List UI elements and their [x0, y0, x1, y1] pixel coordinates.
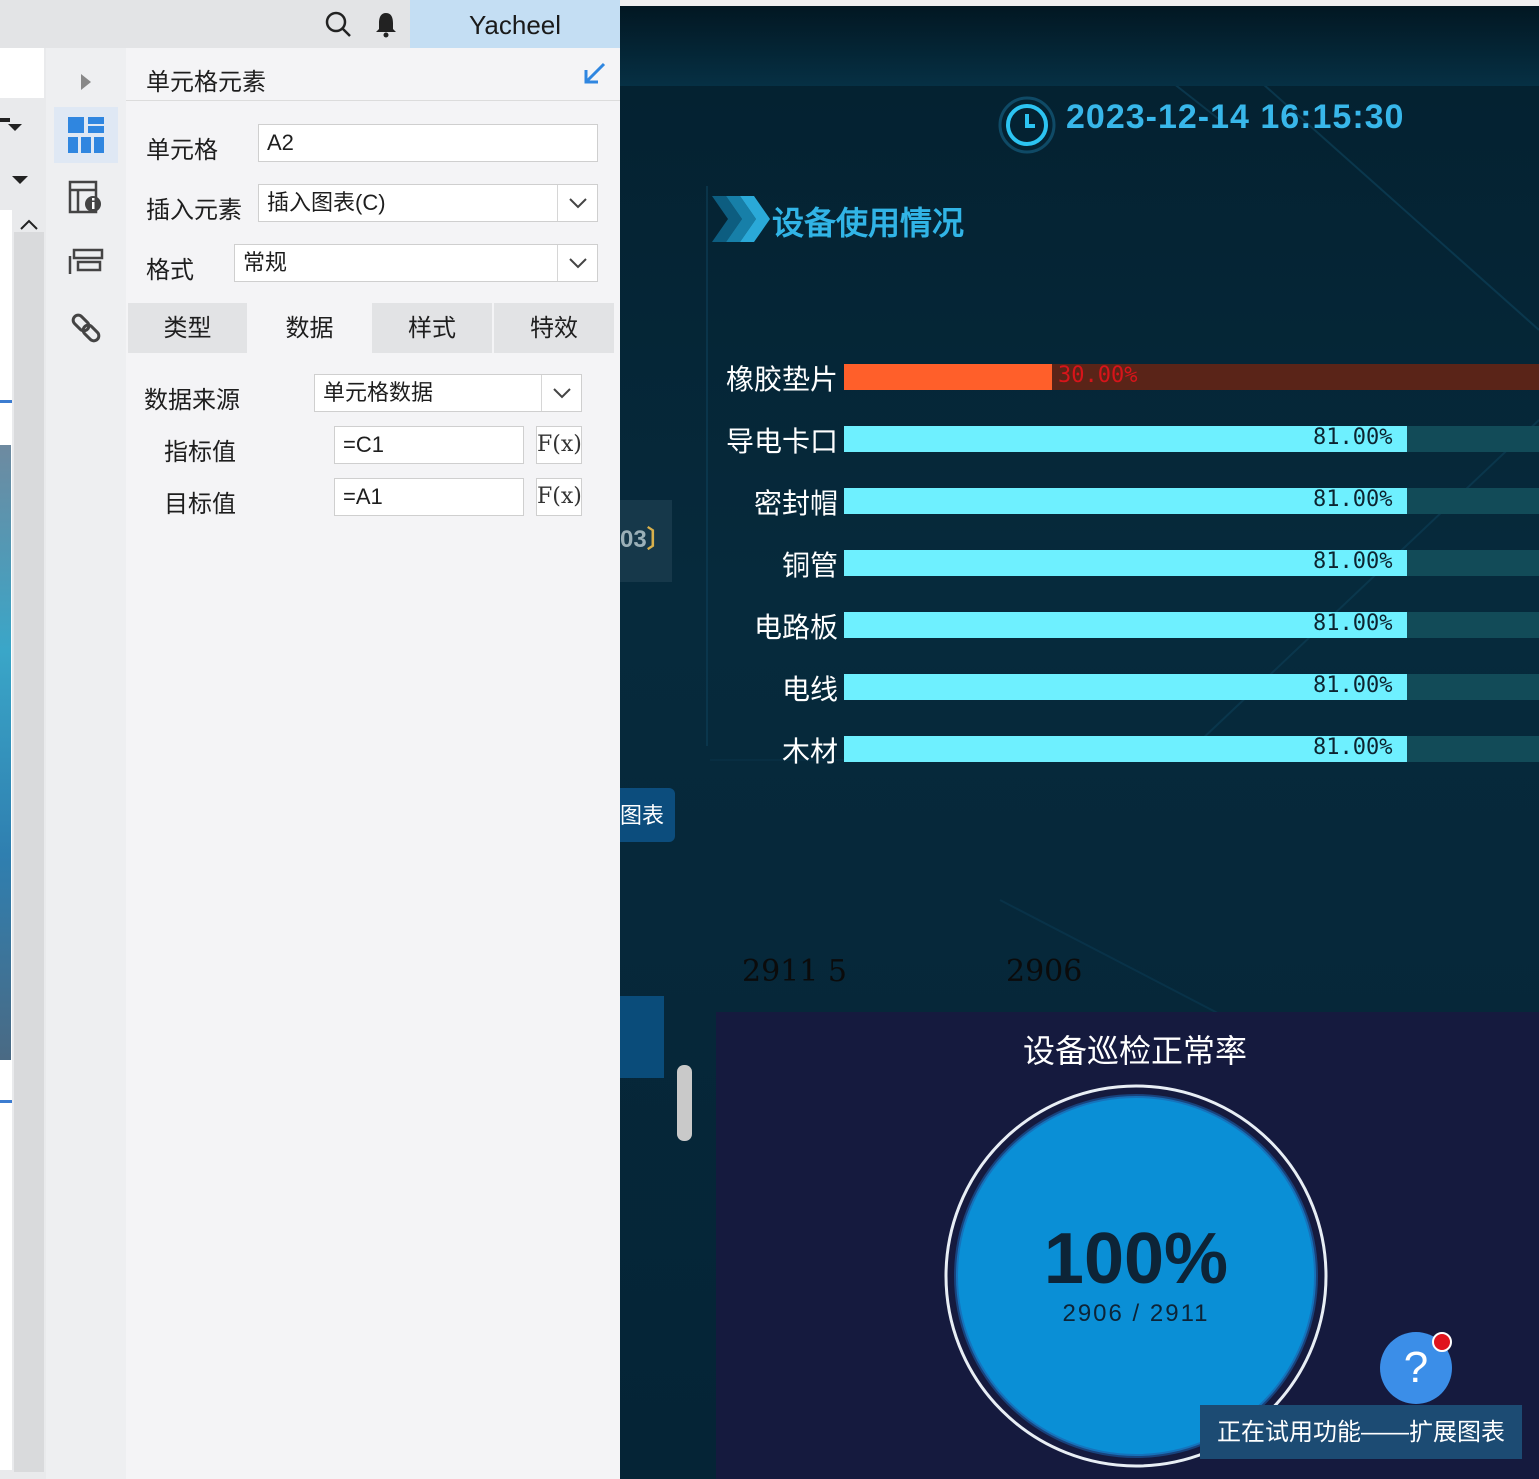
left-edge-blank: [0, 48, 44, 98]
side-tag-label: 03: [620, 526, 647, 553]
divider: [126, 100, 620, 101]
chevron-down-icon[interactable]: [557, 185, 597, 221]
notification-dot: [1432, 1332, 1452, 1352]
cell-field[interactable]: A2: [258, 124, 598, 162]
bar-value-label: 81.00%: [1313, 735, 1393, 760]
scroll-handle[interactable]: [677, 1065, 692, 1141]
chart-side-button[interactable]: 图表: [620, 788, 675, 842]
usage-bar-chart: 橡胶垫片 30.00% 导电卡口 81.00% 密封帽 81.00% 铜管 81.00% 电路板…: [700, 356, 1539, 776]
selection-line: [0, 400, 12, 403]
section-title: 设备使用情况: [772, 205, 965, 241]
bar-value-label: 81.00%: [1313, 425, 1393, 450]
dashboard-header-band: [620, 6, 1539, 86]
bar-value-label: 81.00%: [1313, 549, 1393, 574]
bar: [844, 364, 1052, 390]
gauge-ratio: 2906 / 2911: [1062, 1300, 1210, 1327]
chevron-down-icon[interactable]: [557, 245, 597, 281]
search-icon[interactable]: [324, 10, 352, 38]
bar-label: 密封帽: [753, 488, 838, 519]
sheet-image-preview: [0, 445, 11, 1060]
format-value: 常规: [243, 250, 288, 275]
normal-number: 2906: [1006, 954, 1083, 989]
gauge-title: 设备巡检正常率: [1022, 1033, 1247, 1069]
fill-dropdown-icon[interactable]: [0, 112, 26, 138]
target-label: 目标值: [164, 491, 236, 518]
datetime-display: 2023-12-14 16:15:30: [1066, 98, 1405, 136]
indicator-formula-button[interactable]: F(x): [536, 426, 582, 464]
format-label: 格式: [146, 257, 194, 284]
bar-label: 导电卡口: [725, 426, 838, 457]
data-source-label: 数据来源: [144, 387, 240, 414]
insert-element-label: 插入元素: [146, 197, 242, 224]
chevron-down-icon[interactable]: [10, 170, 30, 190]
tab-style[interactable]: 样式: [372, 303, 492, 353]
data-source-value: 单元格数据: [323, 380, 434, 405]
total-number: 2911 5: [742, 954, 847, 989]
bar-label: 铜管: [781, 550, 838, 581]
bell-icon[interactable]: [372, 10, 400, 38]
bar-label: 电线: [781, 674, 838, 705]
tab-effects[interactable]: 特效: [494, 303, 614, 353]
bar-value-label: 81.00%: [1313, 611, 1393, 636]
bar-value-label: 81.00%: [1313, 673, 1393, 698]
vertical-scrollbar[interactable]: [14, 232, 44, 1472]
format-select[interactable]: 常规: [234, 244, 598, 282]
insert-element-value: 插入图表(C): [267, 190, 386, 215]
side-number-tag: 03〕: [620, 500, 672, 582]
target-formula-button[interactable]: F(x): [536, 478, 582, 516]
expand-panel-icon[interactable]: [76, 70, 96, 94]
trial-banner[interactable]: 正在试用功能——扩展图表: [1200, 1405, 1522, 1459]
scroll-up-icon[interactable]: [18, 214, 40, 236]
gauge-percent: 100%: [1043, 1219, 1229, 1299]
insert-element-select[interactable]: 插入图表(C): [258, 184, 598, 222]
data-source-select[interactable]: 单元格数据: [314, 374, 582, 412]
bar-label: 电路板: [753, 612, 838, 643]
panel-title: 单元格元素: [146, 69, 266, 96]
tab-data[interactable]: 数据: [249, 303, 370, 353]
bar-value-label: 30.00%: [1058, 363, 1138, 388]
side-block: [620, 996, 664, 1078]
tab-type[interactable]: 类型: [128, 303, 247, 353]
bar-label: 橡胶垫片: [725, 364, 838, 395]
widget-icon[interactable]: [68, 248, 104, 278]
user-name-tab[interactable]: Yacheel: [410, 0, 620, 48]
cell-label: 单元格: [146, 137, 218, 164]
selection-line: [0, 1100, 12, 1103]
cell-attribute-icon[interactable]: [68, 180, 104, 216]
target-input[interactable]: =A1: [334, 478, 524, 516]
indicator-input[interactable]: =C1: [334, 426, 524, 464]
cell-element-icon: [68, 117, 104, 153]
chevrons-icon: [712, 194, 772, 244]
bar-value-label: 81.00%: [1313, 487, 1393, 512]
indicator-label: 指标值: [164, 439, 236, 466]
collapse-arrow-icon[interactable]: [582, 60, 608, 86]
chevron-down-icon[interactable]: [541, 375, 581, 411]
clock-icon: [998, 96, 1056, 154]
hyperlink-icon[interactable]: [68, 310, 104, 346]
bracket-icon: 〕: [646, 526, 671, 553]
bar-label: 木材: [781, 736, 838, 767]
